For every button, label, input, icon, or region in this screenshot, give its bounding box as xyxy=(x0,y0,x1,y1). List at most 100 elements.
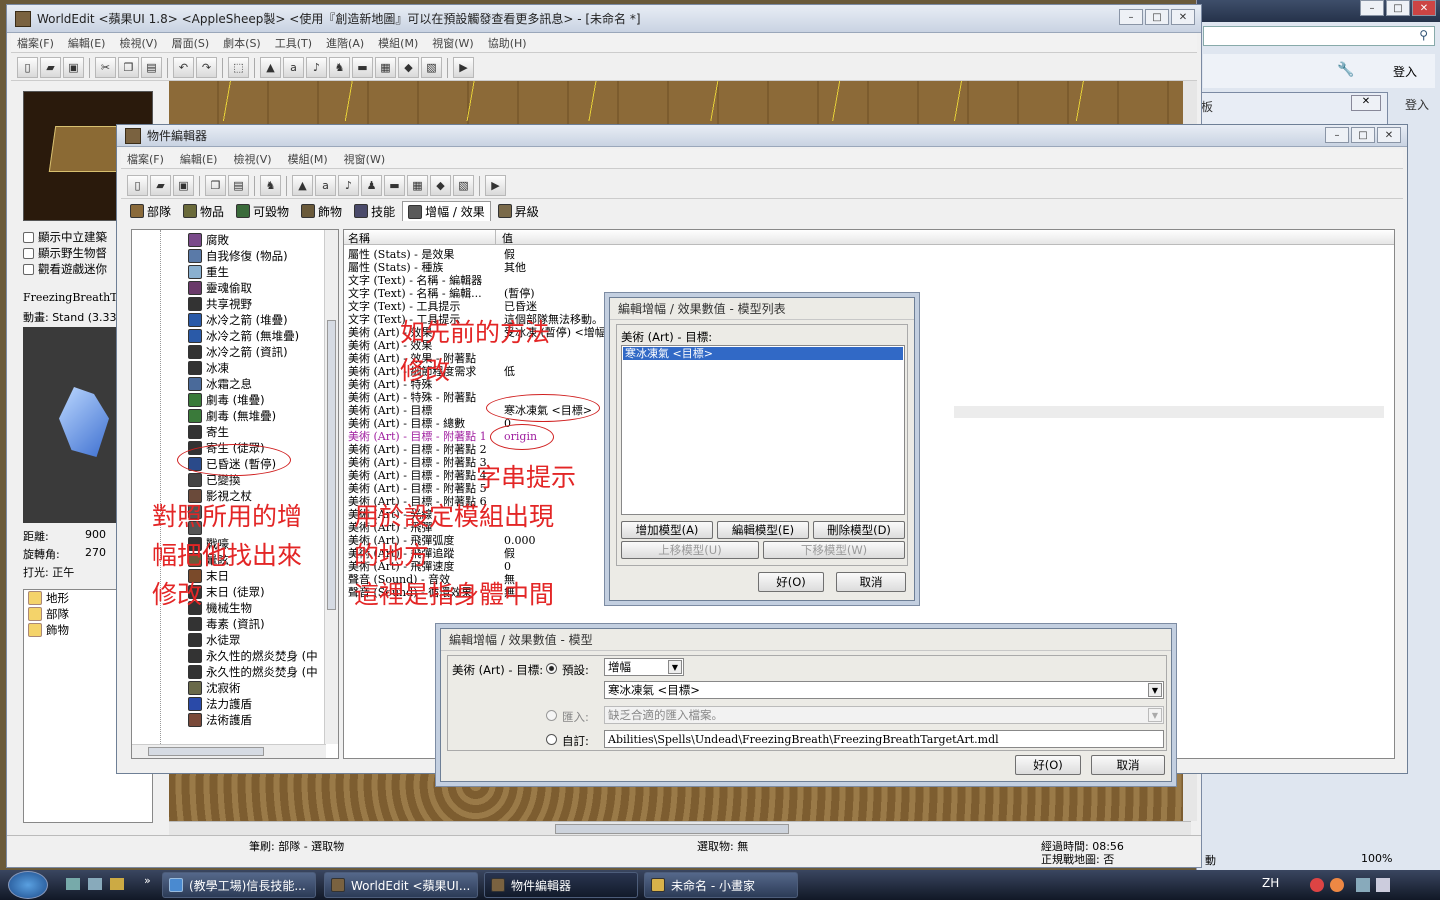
tree-item[interactable]: 腐敗 xyxy=(188,232,338,248)
start-button[interactable] xyxy=(8,871,48,899)
volume-icon[interactable] xyxy=(1376,878,1390,892)
delete-model-button[interactable]: 刪除模型(D) xyxy=(813,521,905,539)
checkbox[interactable] xyxy=(23,231,34,243)
column-value-header[interactable]: 值 xyxy=(496,230,513,245)
tree-item[interactable]: 機械生物 xyxy=(188,600,338,616)
field-row[interactable]: 文字 (Text) - 名稱 - 編輯器 xyxy=(348,274,1248,287)
cancel-button[interactable]: 取消 xyxy=(836,572,906,592)
close-icon[interactable]: ✕ xyxy=(1351,95,1381,111)
maximize-icon[interactable]: □ xyxy=(1351,127,1375,143)
test-map-icon[interactable]: ▧ xyxy=(421,57,442,78)
tree-item[interactable]: 寄生 xyxy=(188,424,338,440)
move-up-button[interactable]: 上移模型(U) xyxy=(621,541,759,559)
tree-item[interactable]: 冰冷之箭 (資訊) xyxy=(188,344,338,360)
tray-icon[interactable] xyxy=(1330,878,1344,892)
map-hscrollbar[interactable] xyxy=(169,821,1191,835)
object-editor-icon[interactable]: ♞ xyxy=(329,57,350,78)
folder-label[interactable]: 部隊 xyxy=(46,606,69,622)
open-folder-icon[interactable]: ▰ xyxy=(40,57,61,78)
field-row[interactable]: 屬性 (Stats) - 是效果 假 xyxy=(348,248,1248,261)
minimize-icon[interactable]: – xyxy=(1119,9,1143,25)
model-listbox[interactable]: 寒冰凍氣 <目標> xyxy=(621,345,905,515)
tab-upgrades[interactable]: 昇級 xyxy=(493,201,544,221)
tree-item[interactable]: 自我修復 (物品) xyxy=(188,248,338,264)
terrain-editor-icon[interactable]: ▲ xyxy=(292,175,313,196)
rotation-value[interactable]: 270 xyxy=(85,546,106,559)
undo-icon[interactable]: ↶ xyxy=(173,57,194,78)
menu-layer[interactable]: 層面(S) xyxy=(172,35,210,51)
campaign-editor-icon[interactable]: ▬ xyxy=(352,57,373,78)
language-indicator[interactable]: ZH xyxy=(1262,876,1279,890)
menu-advanced[interactable]: 進階(A) xyxy=(326,35,364,51)
tree-item[interactable]: 永久性的燃炎焚身 (中 xyxy=(188,664,338,680)
close-icon[interactable]: ✕ xyxy=(1171,9,1195,25)
ai-editor-icon[interactable]: ▦ xyxy=(407,175,428,196)
test-map-icon[interactable]: ▧ xyxy=(453,175,474,196)
menu-window[interactable]: 視窗(W) xyxy=(344,151,385,167)
trigger-editor-icon[interactable]: a xyxy=(283,57,304,78)
menu-file[interactable]: 檔案(F) xyxy=(127,151,164,167)
import-select[interactable]: 缺乏合適的匯入檔案。 ▼ xyxy=(604,706,1164,724)
tree-item[interactable]: 末日 (徒眾) xyxy=(188,584,338,600)
tree-item[interactable]: 共享視野 xyxy=(188,296,338,312)
tab-destructibles[interactable]: 可毀物 xyxy=(231,201,294,221)
menu-window[interactable]: 視窗(W) xyxy=(432,35,473,51)
close-icon[interactable]: ✕ xyxy=(1377,127,1401,143)
taskbar-item-browser[interactable]: (教學工場)信長技能... xyxy=(162,872,316,898)
add-model-button[interactable]: 增加模型(A) xyxy=(621,521,713,539)
folder-label[interactable]: 飾物 xyxy=(46,622,69,638)
folder-label[interactable]: 地形 xyxy=(46,590,69,606)
object-editor-icon[interactable]: ♞ xyxy=(260,175,281,196)
tree-item[interactable]: 劇毒 (無堆疊) xyxy=(188,408,338,424)
select-icon[interactable]: ⬚ xyxy=(228,57,249,78)
save-icon[interactable]: ▣ xyxy=(63,57,84,78)
tree-item[interactable]: 冰冷之箭 (無堆疊) xyxy=(188,328,338,344)
zoom-level[interactable]: 100% xyxy=(1361,852,1392,865)
import-manager-icon[interactable]: ◆ xyxy=(430,175,451,196)
tree-item[interactable]: 毒素 (資訊) xyxy=(188,616,338,632)
field-row[interactable]: 屬性 (Stats) - 種族 其他 xyxy=(348,261,1248,274)
menu-scenario[interactable]: 劇本(S) xyxy=(223,35,261,51)
tree-item[interactable]: 靈魂偷取 xyxy=(188,280,338,296)
distance-value[interactable]: 900 xyxy=(85,528,106,541)
tree-vscrollbar[interactable] xyxy=(324,230,338,744)
ok-button[interactable]: 好(O) xyxy=(758,572,824,592)
tree-item[interactable]: 重生 xyxy=(188,264,338,280)
default-model-select[interactable]: 寒冰凍氣 <目標> ▼ xyxy=(604,681,1164,699)
column-name-header[interactable]: 名稱 xyxy=(344,230,496,245)
new-file-icon[interactable]: ▯ xyxy=(17,57,38,78)
unit-editor-icon[interactable]: ♟ xyxy=(361,175,382,196)
category-select[interactable]: 增幅 ▼ xyxy=(604,658,684,676)
tree-item[interactable]: 冰霜之息 xyxy=(188,376,338,392)
maximize-icon[interactable]: □ xyxy=(1145,9,1169,25)
copy-icon[interactable]: ❐ xyxy=(118,57,139,78)
taskbar-item-worldedit[interactable]: WorldEdit <蘋果UI... xyxy=(324,872,478,898)
new-file-icon[interactable]: ▯ xyxy=(127,175,148,196)
menu-module[interactable]: 模組(M) xyxy=(378,35,418,51)
test-game-icon[interactable]: ▶ xyxy=(485,175,506,196)
tab-items[interactable]: 物品 xyxy=(178,201,229,221)
trigger-editor-icon[interactable]: a xyxy=(315,175,336,196)
menu-view[interactable]: 檢視(V) xyxy=(119,35,157,51)
login-link[interactable]: 登入 xyxy=(1405,96,1429,113)
tree-item[interactable]: 沈寂術 xyxy=(188,680,338,696)
menu-edit[interactable]: 編輯(E) xyxy=(180,151,218,167)
redo-icon[interactable]: ↷ xyxy=(196,57,217,78)
menu-file[interactable]: 檔案(F) xyxy=(17,35,54,51)
edit-model-button[interactable]: 編輯模型(E) xyxy=(717,521,809,539)
campaign-editor-icon[interactable]: ▬ xyxy=(384,175,405,196)
model-preview[interactable] xyxy=(23,327,131,523)
quicklaunch-icon[interactable] xyxy=(110,878,124,890)
search-icon[interactable]: ⚲ xyxy=(1419,28,1428,42)
close-icon[interactable]: ✕ xyxy=(1412,0,1436,16)
menu-view[interactable]: 檢視(V) xyxy=(233,151,271,167)
move-down-button[interactable]: 下移模型(W) xyxy=(763,541,905,559)
tab-buffs[interactable]: 增幅 / 效果 xyxy=(402,201,491,221)
tree-hscrollbar[interactable] xyxy=(132,744,326,758)
menu-tools[interactable]: 工具(T) xyxy=(275,35,312,51)
tree-item[interactable]: 法術護盾 xyxy=(188,712,338,728)
tab-units[interactable]: 部隊 xyxy=(125,201,176,221)
ok-button[interactable]: 好(O) xyxy=(1015,755,1081,775)
radio-import[interactable] xyxy=(546,710,557,721)
taskbar-item-object-editor[interactable]: 物件編輯器 xyxy=(484,872,638,898)
